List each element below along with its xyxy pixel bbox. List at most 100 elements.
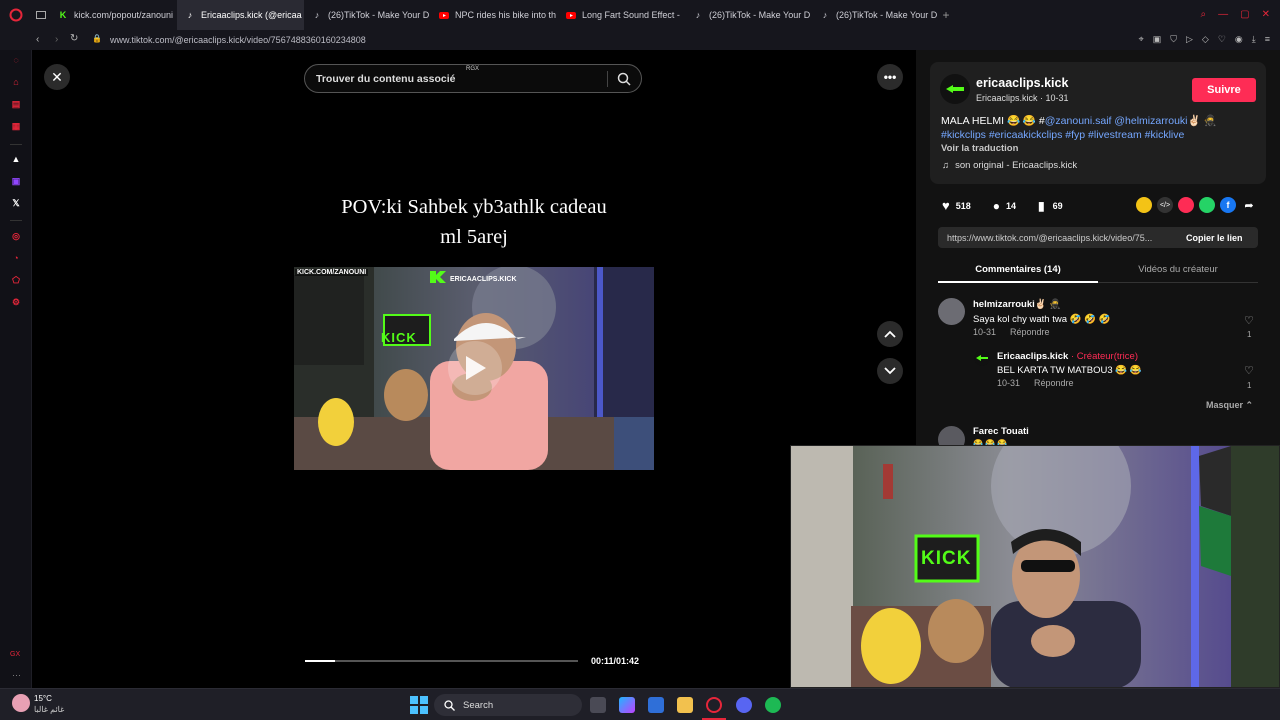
share-link-box: https://www.tiktok.com/@ericaaclips.kick… <box>938 227 1258 248</box>
close-window-icon[interactable]: ✕ <box>1262 9 1270 20</box>
tab-fart-youtube[interactable]: Long Fart Sound Effect - <box>558 0 685 30</box>
tab-tiktok-2[interactable]: ♪ (26)TikTok - Make Your D <box>685 0 812 30</box>
comment-count: 14 <box>1006 200 1017 211</box>
comment-icon[interactable]: ● <box>993 199 1000 213</box>
comment-author: Ericaaclips.kick · Créateur(trice) <box>997 351 1138 362</box>
weather-icon[interactable] <box>12 694 30 712</box>
mention-link[interactable]: @helmizarrouki <box>1114 115 1187 127</box>
tab-strip: Kkick.com/popout/zanouni ♪ Ericaaclips.ki… <box>50 0 939 30</box>
avatar[interactable] <box>940 74 970 104</box>
facebook-icon[interactable]: f <box>1220 197 1236 213</box>
tab-npc-youtube[interactable]: NPC rides his bike into th <box>431 0 558 30</box>
task-view-icon[interactable] <box>590 697 606 713</box>
comment-like-icon[interactable]: ♡ <box>1244 364 1254 377</box>
follow-button[interactable]: Suivre <box>1192 78 1256 102</box>
webcam-overlay[interactable]: KICK <box>790 445 1280 688</box>
account-icon[interactable]: ◉ <box>1235 34 1243 45</box>
hashtags[interactable]: #kickclips #ericaakickclips #fyp #livest… <box>941 128 1257 142</box>
copilot-icon[interactable] <box>619 697 635 713</box>
embed-icon[interactable]: </> <box>1157 197 1173 213</box>
avatar[interactable] <box>974 350 990 366</box>
opera-gx-taskbar-icon[interactable] <box>706 697 722 713</box>
comment-author[interactable]: helmizarrouki✌🏻 🥷 <box>973 299 1061 310</box>
player-icon[interactable]: ◎ <box>10 230 22 242</box>
progress-track[interactable] <box>305 660 578 662</box>
hide-replies-button[interactable]: Masquer ⌃ <box>1206 400 1253 411</box>
comment-like-count: 1 <box>1247 381 1252 390</box>
download-icon[interactable]: ⤓ <box>1252 34 1256 45</box>
x-twitter-icon[interactable]: 𝕏 <box>10 197 22 209</box>
aria-icon[interactable]: ▲ <box>10 153 22 165</box>
gx-control-icon[interactable]: ◌ <box>10 54 22 66</box>
forward-icon[interactable]: › <box>55 34 58 45</box>
reply-button[interactable]: Répondre <box>1034 378 1074 388</box>
copy-link-button[interactable]: Copier le lien <box>1186 233 1243 243</box>
url-field[interactable]: www.tiktok.com/@ericaaclips.kick/video/7… <box>110 35 366 45</box>
maximize-icon[interactable]: ▢ <box>1240 9 1249 20</box>
chevron-down-icon <box>884 367 896 375</box>
avatar[interactable] <box>938 298 965 325</box>
search-input[interactable]: Trouver du contenu associé <box>316 73 455 85</box>
tab-ericaaclips[interactable]: ♪ Ericaaclips.kick (@ericaa <box>177 0 304 30</box>
search-icon[interactable] <box>617 72 631 86</box>
pin-icon[interactable]: ⌖ <box>1139 34 1144 45</box>
snapshot-icon[interactable]: ▣ <box>1153 34 1162 45</box>
search-tabs-icon[interactable]: ⌕ <box>1201 9 1207 20</box>
opera-gx-logo[interactable] <box>0 8 32 22</box>
bookmark-icon[interactable]: ▮ <box>1038 199 1045 213</box>
creator-subline: Ericaaclips.kick · 10-31 <box>976 93 1069 103</box>
play-icon[interactable]: ▷ <box>1186 34 1193 45</box>
mention-link[interactable]: @zanouni.saif <box>1045 115 1112 127</box>
next-video-button[interactable] <box>877 358 903 384</box>
windows-start-icon[interactable] <box>410 696 428 714</box>
creator-handle[interactable]: ericaaclips.kick <box>976 76 1068 90</box>
tab-kick[interactable]: Kkick.com/popout/zanouni <box>50 0 177 30</box>
share-arrow-icon[interactable]: ➦ <box>1241 197 1257 213</box>
like-icon[interactable]: ♥ <box>942 198 950 213</box>
heart-icon[interactable]: ♡ <box>1218 34 1226 45</box>
extensions-icon[interactable]: ⬠ <box>10 274 22 286</box>
sound-row[interactable]: ♫ son original - Ericaaclips.kick <box>942 160 1077 171</box>
comment-like-icon[interactable]: ♡ <box>1244 314 1254 327</box>
minimize-icon[interactable]: — <box>1218 9 1228 20</box>
translate-link[interactable]: Voir la traduction <box>941 143 1018 154</box>
gx-chat-icon[interactable]: ▤ <box>10 98 22 110</box>
twitch-icon[interactable]: ▣ <box>10 175 22 187</box>
send-icon[interactable] <box>1178 197 1194 213</box>
gx-music-icon[interactable]: ▦ <box>10 120 22 132</box>
repost-icon[interactable] <box>1136 197 1152 213</box>
new-tab-button[interactable]: + <box>939 8 953 22</box>
tab-comments[interactable]: Commentaires (14) <box>938 258 1098 283</box>
tab-menu-icon[interactable] <box>32 11 50 19</box>
wallet-icon[interactable]: ◇ <box>1202 34 1209 45</box>
time-readout: 00:11/01:42 <box>591 656 640 666</box>
previous-video-button[interactable] <box>877 321 903 347</box>
menu-icon[interactable]: ≡ <box>1265 34 1270 45</box>
whatsapp-icon[interactable] <box>1199 197 1215 213</box>
file-explorer-icon[interactable] <box>677 697 693 713</box>
spotify-icon[interactable] <box>765 697 781 713</box>
comment-date: 10-31 <box>973 327 997 337</box>
share-link[interactable]: https://www.tiktok.com/@ericaaclips.kick… <box>947 233 1152 243</box>
close-player-icon[interactable]: ✕ <box>44 64 70 90</box>
more-icon[interactable]: ··· <box>12 670 21 680</box>
related-search[interactable]: Trouver du contenu associé RGX <box>304 64 642 93</box>
youtube-icon <box>566 10 576 20</box>
play-overlay-icon[interactable] <box>448 341 502 395</box>
settings-icon[interactable]: ⚙ <box>10 296 22 308</box>
shield-icon[interactable]: ⛉ <box>1170 34 1177 45</box>
reply-button[interactable]: Répondre <box>1010 327 1050 337</box>
tab-creator-videos[interactable]: Vidéos du créateur <box>1098 258 1258 283</box>
gx-corner-icon[interactable]: ⌂ <box>10 76 22 88</box>
tab-tiktok-1[interactable]: ♪ (26)TikTok - Make Your D <box>304 0 431 30</box>
store-icon[interactable] <box>648 697 664 713</box>
discord-icon[interactable] <box>736 697 752 713</box>
reload-icon[interactable]: ↻ <box>70 33 78 44</box>
tab-tiktok-3[interactable]: ♪ (26)TikTok - Make Your D <box>812 0 939 30</box>
video-frame[interactable]: Trouver du contenu associé RGX POV:ki Sa… <box>294 50 654 688</box>
back-icon[interactable]: ‹ <box>36 34 39 45</box>
more-options-icon[interactable]: ••• <box>877 64 903 90</box>
history-icon[interactable]: ◔ <box>10 252 22 264</box>
taskbar-search[interactable]: Search <box>434 694 582 716</box>
comment-author[interactable]: Farec Touati <box>973 426 1029 437</box>
